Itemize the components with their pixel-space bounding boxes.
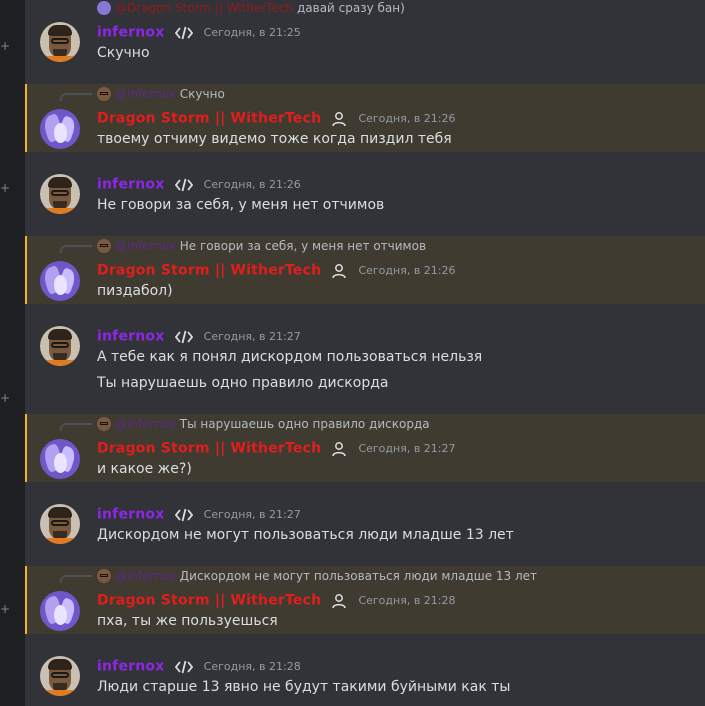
avatar[interactable] bbox=[40, 261, 80, 301]
code-brackets-icon bbox=[174, 660, 193, 673]
plus-icon[interactable]: + bbox=[0, 40, 10, 52]
message[interactable]: infernox Сегодня, в 21:26 Не говори за с… bbox=[25, 168, 705, 224]
message-list: @Dragon Storm || WitherTech давай сразу … bbox=[25, 0, 705, 706]
timestamp[interactable]: Сегодня, в 21:27 bbox=[204, 330, 301, 343]
reply-author[interactable]: @infernox bbox=[115, 569, 176, 583]
author-name[interactable]: Dragon Storm || WitherTech bbox=[97, 441, 321, 457]
reply-author[interactable]: @infernox bbox=[115, 87, 176, 101]
left-gutter: + + + + bbox=[0, 0, 25, 706]
reply-preview[interactable]: @infernox Ты нарушаешь одно правило диск… bbox=[97, 416, 430, 432]
reply-text: Не говори за себя, у меня нет отчимов bbox=[179, 239, 427, 253]
message-mention[interactable]: @infernox Скучно Dragon Storm || WitherT… bbox=[25, 84, 705, 152]
reply-text: Скучно bbox=[179, 87, 225, 101]
timestamp[interactable]: Сегодня, в 21:25 bbox=[204, 26, 301, 39]
avatar[interactable] bbox=[40, 109, 80, 149]
avatar[interactable] bbox=[40, 439, 80, 479]
avatar[interactable] bbox=[40, 591, 80, 631]
code-brackets-icon bbox=[174, 508, 193, 521]
avatar[interactable] bbox=[40, 656, 80, 696]
author-name[interactable]: infernox bbox=[97, 177, 164, 193]
reply-preview[interactable]: @infernox Скучно bbox=[97, 86, 225, 102]
plus-icon[interactable]: + bbox=[0, 182, 10, 194]
message-text: А тебе как я понял дискордом пользоватьс… bbox=[97, 349, 483, 365]
reply-connector bbox=[60, 423, 92, 431]
plus-icon[interactable]: + bbox=[0, 392, 10, 404]
author-name[interactable]: infernox bbox=[97, 659, 164, 675]
message[interactable]: infernox Сегодня, в 21:25 Скучно bbox=[25, 16, 705, 72]
timestamp[interactable]: Сегодня, в 21:26 bbox=[358, 264, 455, 277]
reply-author[interactable]: @infernox bbox=[115, 239, 176, 253]
message-text: Ты нарушаешь одно правило дискорда bbox=[97, 375, 389, 391]
message-text: Скучно bbox=[97, 45, 150, 61]
message-text: Люди старше 13 явно не будут такими буйн… bbox=[97, 679, 511, 695]
message-mention[interactable]: @infernox Ты нарушаешь одно правило диск… bbox=[25, 414, 705, 482]
timestamp[interactable]: Сегодня, в 21:28 bbox=[204, 660, 301, 673]
message[interactable]: infernox Сегодня, в 21:27 Дискордом не м… bbox=[25, 498, 705, 554]
avatar[interactable] bbox=[40, 174, 80, 214]
message-text: Дискордом не могут пользоваться люди мла… bbox=[97, 527, 514, 543]
timestamp[interactable]: Сегодня, в 21:26 bbox=[358, 112, 455, 125]
message[interactable]: infernox Сегодня, в 21:28 Люди старше 13… bbox=[25, 650, 705, 706]
reply-preview[interactable]: @Dragon Storm || WitherTech давай сразу … bbox=[97, 0, 405, 16]
author-name[interactable]: Dragon Storm || WitherTech bbox=[97, 111, 321, 127]
message-text: пха, ты же пользуешься bbox=[97, 613, 278, 629]
reply-connector bbox=[60, 245, 92, 253]
reply-text: Ты нарушаешь одно правило дискорда bbox=[179, 417, 430, 431]
avatar[interactable] bbox=[40, 22, 80, 62]
avatar[interactable] bbox=[40, 326, 80, 366]
author-name[interactable]: infernox bbox=[97, 25, 164, 41]
message-text: твоему отчиму видемо тоже когда пиздил т… bbox=[97, 131, 452, 147]
reply-avatar bbox=[97, 239, 111, 253]
reply-preview[interactable]: @infernox Дискордом не могут пользоватьс… bbox=[97, 568, 537, 584]
timestamp[interactable]: Сегодня, в 21:28 bbox=[358, 594, 455, 607]
reply-text: давай сразу бан) bbox=[296, 1, 405, 15]
person-icon bbox=[332, 593, 347, 608]
code-brackets-icon bbox=[174, 26, 193, 39]
message-text: Не говори за себя, у меня нет отчимов bbox=[97, 197, 385, 213]
timestamp[interactable]: Сегодня, в 21:27 bbox=[358, 442, 455, 455]
reply-preview[interactable]: @infernox Не говори за себя, у меня нет … bbox=[97, 238, 426, 254]
plus-icon[interactable]: + bbox=[0, 603, 10, 615]
reply-avatar bbox=[97, 569, 111, 583]
author-name[interactable]: infernox bbox=[97, 507, 164, 523]
reply-avatar bbox=[97, 417, 111, 431]
person-icon bbox=[332, 111, 347, 126]
reply-avatar bbox=[97, 87, 111, 101]
person-icon bbox=[332, 441, 347, 456]
author-name[interactable]: Dragon Storm || WitherTech bbox=[97, 593, 321, 609]
message-text: пиздабол) bbox=[97, 283, 173, 299]
person-icon bbox=[332, 263, 347, 278]
author-name[interactable]: Dragon Storm || WitherTech bbox=[97, 263, 321, 279]
reply-text: Дискордом не могут пользоваться люди мла… bbox=[179, 569, 538, 583]
reply-author[interactable]: @infernox bbox=[115, 417, 176, 431]
message-mention[interactable]: @infernox Не говори за себя, у меня нет … bbox=[25, 236, 705, 304]
message-text: и какое же?) bbox=[97, 461, 192, 477]
message[interactable]: infernox Сегодня, в 21:27 А тебе как я п… bbox=[25, 320, 705, 402]
reply-author[interactable]: @Dragon Storm || WitherTech bbox=[115, 1, 293, 15]
avatar[interactable] bbox=[40, 504, 80, 544]
reply-avatar bbox=[97, 1, 111, 15]
author-name[interactable]: infernox bbox=[97, 329, 164, 345]
message-mention[interactable]: @infernox Дискордом не могут пользоватьс… bbox=[25, 566, 705, 634]
code-brackets-icon bbox=[174, 178, 193, 191]
code-brackets-icon bbox=[174, 330, 193, 343]
timestamp[interactable]: Сегодня, в 21:26 bbox=[204, 178, 301, 191]
reply-connector bbox=[60, 575, 92, 583]
timestamp[interactable]: Сегодня, в 21:27 bbox=[204, 508, 301, 521]
reply-connector bbox=[60, 93, 92, 101]
